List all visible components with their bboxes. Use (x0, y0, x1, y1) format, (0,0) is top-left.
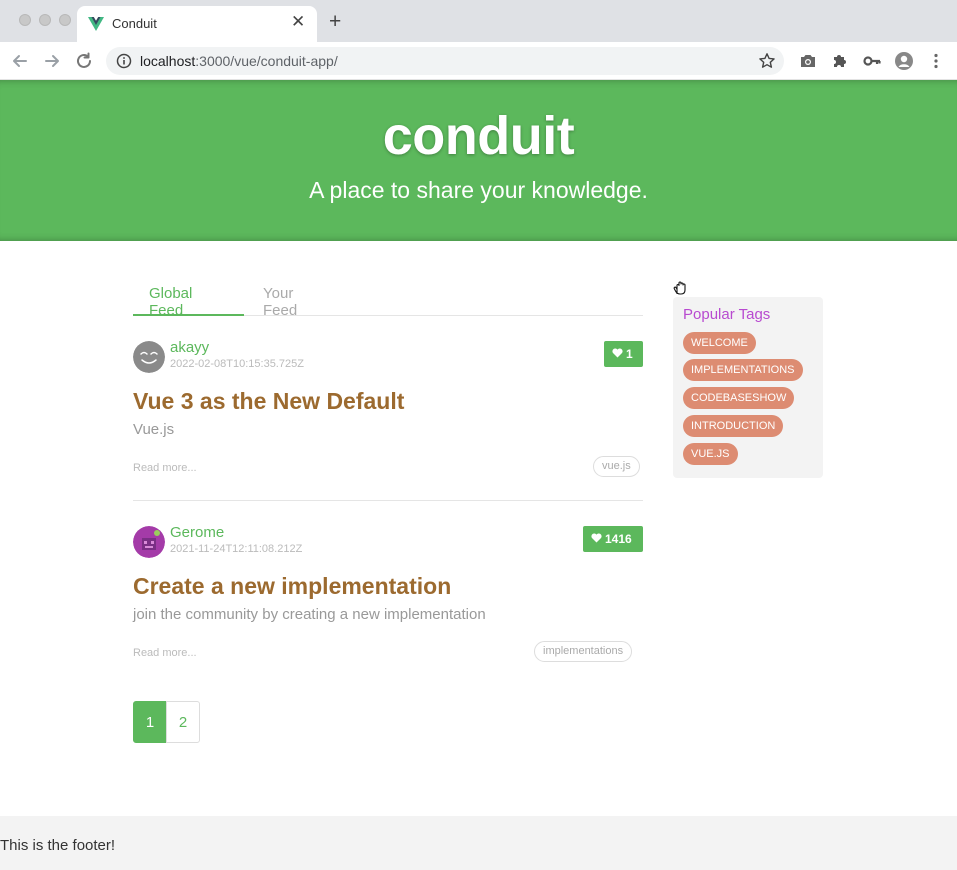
tab-your-feed[interactable]: Your Feed (247, 278, 347, 319)
bookmark-star-icon[interactable] (758, 52, 776, 70)
article-title[interactable]: Create a new implementation (133, 573, 451, 600)
favorite-count: 1416 (605, 532, 632, 546)
sidebar-title: Popular Tags (683, 306, 771, 323)
new-tab-button[interactable]: + (329, 10, 341, 34)
page-link-1[interactable]: 1 (133, 701, 167, 743)
author-link[interactable]: akayy (170, 339, 209, 356)
pixel-avatar-icon (133, 526, 165, 558)
home-banner: conduit A place to share your knowledge. (0, 80, 957, 241)
tag-pill[interactable]: IMPLEMENTATIONS (683, 359, 803, 381)
feed-toggle: Global Feed Your Feed (133, 278, 643, 319)
article-tag[interactable]: implementations (534, 641, 633, 662)
url-host: localhost (140, 53, 196, 69)
favorite-button[interactable]: 1416 (583, 526, 643, 552)
article-divider (133, 500, 643, 501)
popular-tags-sidebar: Popular Tags WELCOME IMPLEMENTATIONS COD… (673, 297, 823, 478)
heart-icon (612, 348, 623, 358)
tab-close-icon[interactable]: ✕ (291, 12, 305, 32)
back-arrow-icon[interactable] (9, 50, 31, 72)
article-preview: Gerome 2021-11-24T12:11:08.212Z 1416 Cre… (133, 524, 643, 676)
hand-cursor-icon (673, 281, 686, 295)
forward-arrow-icon[interactable] (41, 50, 63, 72)
page-link-2[interactable]: 2 (166, 701, 200, 743)
reload-icon[interactable] (73, 50, 95, 72)
favorite-count: 1 (626, 347, 633, 361)
tagline: A place to share your knowledge. (309, 177, 648, 203)
article-date: 2021-11-24T12:11:08.212Z (170, 543, 303, 555)
site-info-icon[interactable] (116, 53, 132, 69)
tab-label: Global Feed (149, 285, 193, 319)
tag-pill[interactable]: WELCOME (683, 332, 756, 354)
address-bar[interactable]: localhost:3000/vue/conduit-app/ (106, 47, 784, 75)
article-description: join the community by creating a new imp… (133, 606, 486, 623)
article-tag[interactable]: vue.js (593, 456, 640, 477)
avatar[interactable] (133, 526, 165, 558)
article-preview: akayy 2022-02-08T10:15:35.725Z 1 Vue 3 a… (133, 339, 643, 501)
article-date: 2022-02-08T10:15:35.725Z (170, 358, 304, 370)
url-text: localhost:3000/vue/conduit-app/ (140, 53, 338, 69)
browser-tab[interactable]: Conduit ✕ (77, 6, 317, 42)
maximize-window-icon[interactable] (59, 14, 71, 26)
more-menu-icon[interactable] (926, 51, 946, 71)
page-footer: This is the footer! (0, 816, 957, 870)
smiley-avatar-icon (133, 341, 165, 373)
browser-tab-bar: Conduit ✕ + (0, 0, 957, 42)
profile-avatar-icon[interactable] (894, 51, 914, 71)
camera-icon[interactable] (798, 51, 818, 71)
browser-toolbar: localhost:3000/vue/conduit-app/ (0, 42, 957, 80)
logo-text: conduit (382, 106, 575, 166)
heart-icon (591, 533, 602, 543)
url-path: :3000/vue/conduit-app/ (195, 53, 338, 69)
tab-global-feed[interactable]: Global Feed (133, 278, 244, 319)
close-window-icon[interactable] (19, 14, 31, 26)
vue-logo-icon (88, 17, 104, 31)
avatar[interactable] (133, 341, 165, 373)
tab-title: Conduit (112, 16, 157, 31)
article-description: Vue.js (133, 421, 175, 438)
favorite-button[interactable]: 1 (604, 341, 643, 367)
key-icon[interactable] (862, 51, 882, 71)
minimize-window-icon[interactable] (39, 14, 51, 26)
article-title[interactable]: Vue 3 as the New Default (133, 388, 404, 415)
footer-text: This is the footer! (0, 837, 116, 854)
read-more-link[interactable]: Read more... (133, 647, 197, 659)
read-more-link[interactable]: Read more... (133, 462, 197, 474)
tag-pill[interactable]: CODEBASESHOW (683, 387, 795, 409)
tab-label: Your Feed (263, 285, 298, 319)
author-link[interactable]: Gerome (170, 524, 224, 541)
tag-pill[interactable]: INTRODUCTION (683, 415, 784, 437)
tag-pill[interactable]: VUE.JS (683, 443, 738, 465)
extensions-puzzle-icon[interactable] (830, 51, 850, 71)
